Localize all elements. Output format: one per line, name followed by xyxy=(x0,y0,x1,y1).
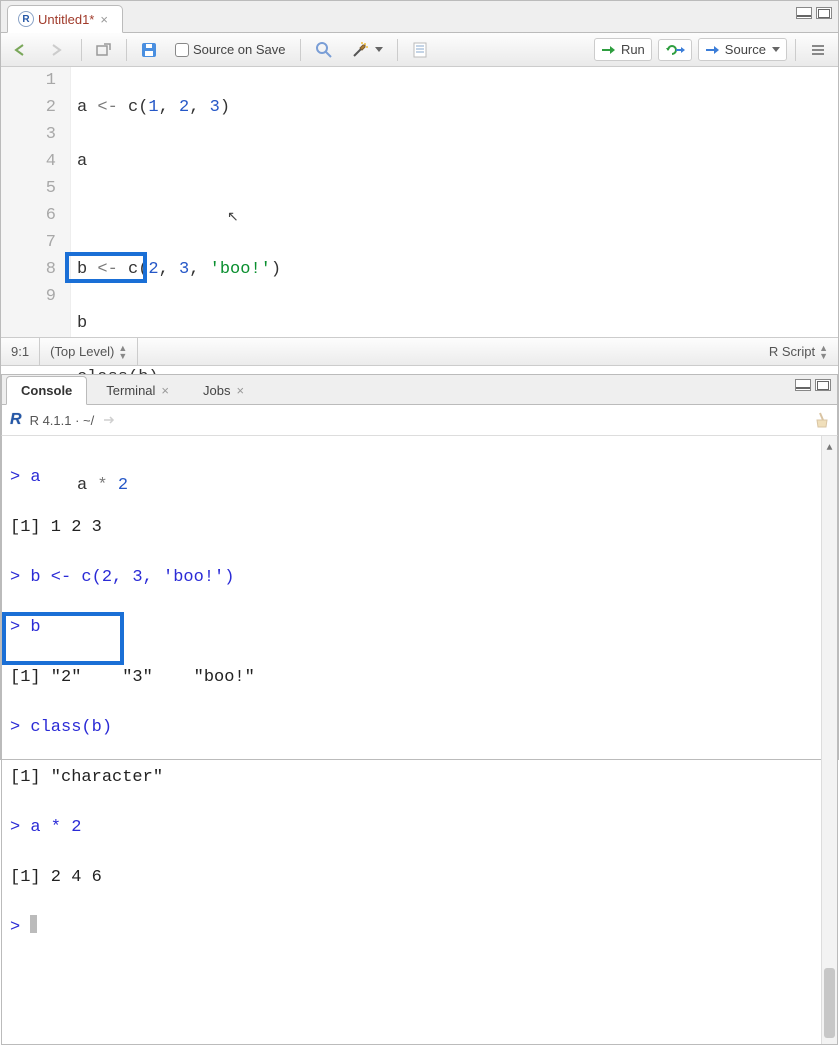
pane-window-controls xyxy=(795,379,831,391)
console-line: > class(b) xyxy=(10,715,833,740)
text-cursor-icon xyxy=(30,915,37,933)
console-line: [1] 1 2 3 xyxy=(10,515,833,540)
console-line: > b <- c(2, 3, 'boo!') xyxy=(10,565,833,590)
code-line-3[interactable] xyxy=(77,202,281,229)
minimize-pane-icon[interactable] xyxy=(796,7,812,19)
console-tabstrip: Console Terminal× Jobs× xyxy=(1,374,838,404)
nav-fwd-button[interactable] xyxy=(43,40,73,60)
separator xyxy=(300,39,301,61)
tab-jobs[interactable]: Jobs× xyxy=(188,376,259,405)
scrollbar-thumb[interactable] xyxy=(824,968,835,1038)
source-button[interactable]: Source xyxy=(698,38,787,61)
clear-console-icon[interactable] xyxy=(811,411,829,429)
maximize-pane-icon[interactable] xyxy=(815,379,831,391)
code-line-5[interactable]: b xyxy=(77,310,281,337)
code-line-4[interactable]: b <- c(2, 3, 'boo!') xyxy=(77,256,281,283)
find-button[interactable] xyxy=(309,38,339,62)
separator xyxy=(397,39,398,61)
rerun-button[interactable] xyxy=(658,39,692,61)
compile-report-button[interactable] xyxy=(406,38,434,62)
line-number-gutter: 123456789 xyxy=(1,67,71,337)
run-button[interactable]: Run xyxy=(594,38,652,61)
mouse-cursor-icon: ↖ xyxy=(227,205,239,232)
separator xyxy=(81,39,82,61)
console-output[interactable]: > a [1] 1 2 3 > b <- c(2, 3, 'boo!') > b… xyxy=(1,436,838,1045)
save-button[interactable] xyxy=(135,39,163,61)
console-line: > a * 2 xyxy=(10,815,833,840)
r-logo-icon: R xyxy=(10,411,22,429)
maximize-pane-icon[interactable] xyxy=(816,7,832,19)
code-tools-button[interactable] xyxy=(345,38,389,62)
console-pane: Console Terminal× Jobs× R R 4.1.1 · ~/ >… xyxy=(1,374,838,1045)
minimize-pane-icon[interactable] xyxy=(795,379,811,391)
source-tabstrip: R Untitled1* × xyxy=(1,1,838,33)
console-line: [1] 2 4 6 xyxy=(10,865,833,890)
popout-icon[interactable] xyxy=(102,414,116,426)
chevron-down-icon xyxy=(772,47,780,52)
outline-button[interactable] xyxy=(804,40,832,60)
separator xyxy=(126,39,127,61)
chevron-down-icon xyxy=(375,47,383,52)
close-icon[interactable]: × xyxy=(161,383,169,398)
code-area[interactable]: a <- c(1, 2, 3) a b <- c(2, 3, 'boo!') b… xyxy=(71,67,281,337)
checkbox-icon xyxy=(175,43,189,57)
source-tab-untitled1[interactable]: R Untitled1* × xyxy=(7,5,123,33)
source-label: Source xyxy=(725,42,766,57)
show-in-new-window-button[interactable] xyxy=(90,40,118,60)
scroll-up-icon[interactable]: ▲ xyxy=(822,436,837,461)
close-icon[interactable]: × xyxy=(236,383,244,398)
nav-back-button[interactable] xyxy=(7,40,37,60)
run-label: Run xyxy=(621,42,645,57)
cursor-position: 9:1 xyxy=(1,338,40,365)
console-prompt[interactable]: > xyxy=(10,915,833,940)
pane-window-controls xyxy=(796,7,832,19)
tab-terminal[interactable]: Terminal× xyxy=(91,376,184,405)
code-line-2[interactable]: a xyxy=(77,148,281,175)
source-on-save-toggle[interactable]: Source on Save xyxy=(169,39,292,60)
console-line: > a xyxy=(10,465,833,490)
r-file-icon: R xyxy=(18,11,34,27)
source-toolbar: Source on Save Run Source xyxy=(1,33,838,67)
close-icon[interactable]: × xyxy=(98,12,110,27)
console-line: [1] "2" "3" "boo!" xyxy=(10,665,833,690)
tab-console[interactable]: Console xyxy=(6,376,87,405)
console-scrollbar[interactable]: ▲ xyxy=(821,436,837,1044)
source-editor[interactable]: 123456789 a <- c(1, 2, 3) a b <- c(2, 3,… xyxy=(1,67,838,337)
source-tab-title: Untitled1* xyxy=(38,12,94,27)
language-selector[interactable]: R Script ▲▼ xyxy=(759,338,838,365)
console-line: > b xyxy=(10,615,833,640)
separator xyxy=(795,39,796,61)
sort-icon: ▲▼ xyxy=(819,344,828,360)
code-line-1[interactable]: a <- c(1, 2, 3) xyxy=(77,94,281,121)
source-pane: R Untitled1* × Source on Save xyxy=(1,1,838,366)
console-line: [1] "character" xyxy=(10,765,833,790)
source-on-save-label: Source on Save xyxy=(193,42,286,57)
